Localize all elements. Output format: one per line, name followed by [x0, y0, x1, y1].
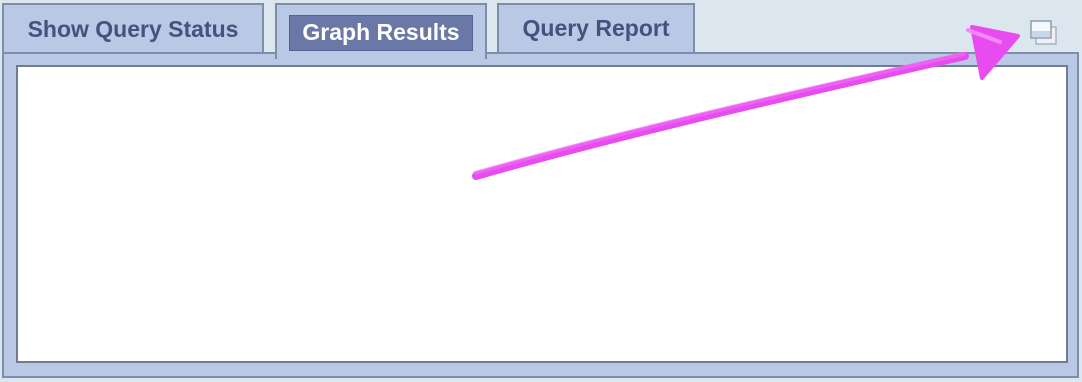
results-panel — [2, 52, 1079, 378]
tab-label: Show Query Status — [27, 15, 239, 42]
tab-query-report[interactable]: Query Report — [497, 3, 695, 52]
tab-graph-results[interactable]: Graph Results — [275, 3, 487, 59]
maximize-window-icon[interactable] — [1027, 16, 1061, 48]
tab-show-query-status[interactable]: Show Query Status — [2, 3, 264, 53]
graph-results-area — [16, 65, 1068, 363]
tab-label: Query Report — [522, 15, 670, 41]
tab-label: Graph Results — [289, 15, 473, 51]
